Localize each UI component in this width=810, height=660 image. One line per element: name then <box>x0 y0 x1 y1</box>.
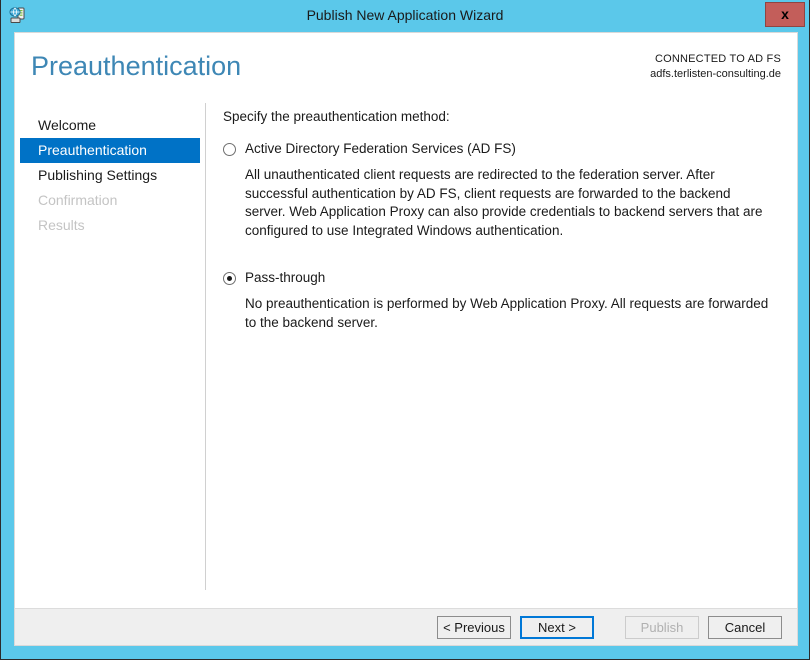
sidebar-item-results: Results <box>38 217 85 233</box>
connected-server-value: adfs.terlisten-consulting.de <box>650 68 781 80</box>
radio-passthrough[interactable] <box>223 272 236 285</box>
instruction-text: Specify the preauthentication method: <box>223 109 450 124</box>
window-title: Publish New Application Wizard <box>306 7 504 23</box>
wizard-footer: < Previous Next > Publish Cancel <box>14 608 798 646</box>
wizard-step-list: Welcome Preauthentication Publishing Set… <box>20 113 200 238</box>
client-area: Preauthentication CONNECTED TO AD FS adf… <box>14 32 798 608</box>
option-passthrough-description: No preauthentication is performed by Web… <box>245 296 769 330</box>
option-passthrough-label[interactable]: Pass-through <box>245 270 325 286</box>
option-passthrough-row[interactable]: Pass-through <box>223 270 779 286</box>
connected-info: CONNECTED TO AD FS adfs.terlisten-consul… <box>650 53 781 80</box>
content-divider <box>205 103 206 590</box>
connected-label: CONNECTED TO AD FS <box>654 53 781 65</box>
option-adfs-label[interactable]: Active Directory Federation Services (AD… <box>245 141 516 157</box>
publish-button: Publish <box>625 616 699 639</box>
title-bar: Publish New Application Wizard x <box>1 0 809 30</box>
main-content: Specify the preauthentication method: Ac… <box>223 109 779 332</box>
sidebar-item-publishing-settings[interactable]: Publishing Settings <box>20 163 200 188</box>
option-adfs-row[interactable]: Active Directory Federation Services (AD… <box>223 141 779 157</box>
option-adfs-wrap: Active Directory Federation Services (AD… <box>223 141 779 240</box>
next-button[interactable]: Next > <box>520 616 594 639</box>
page-title: Preauthentication <box>31 51 242 81</box>
option-adfs-description: All unauthenticated client requests are … <box>245 167 763 238</box>
wizard-window: Publish New Application Wizard x Preauth… <box>0 0 810 660</box>
radio-adfs[interactable] <box>223 143 236 156</box>
previous-button[interactable]: < Previous <box>437 616 511 639</box>
sidebar-item-preauthentication[interactable]: Preauthentication <box>20 138 200 163</box>
sidebar-item-confirmation: Confirmation <box>38 192 118 208</box>
option-passthrough-wrap: Pass-through No preauthentication is per… <box>223 270 779 332</box>
close-button[interactable]: x <box>765 2 805 27</box>
cancel-button[interactable]: Cancel <box>708 616 782 639</box>
sidebar-item-welcome[interactable]: Welcome <box>20 113 200 138</box>
